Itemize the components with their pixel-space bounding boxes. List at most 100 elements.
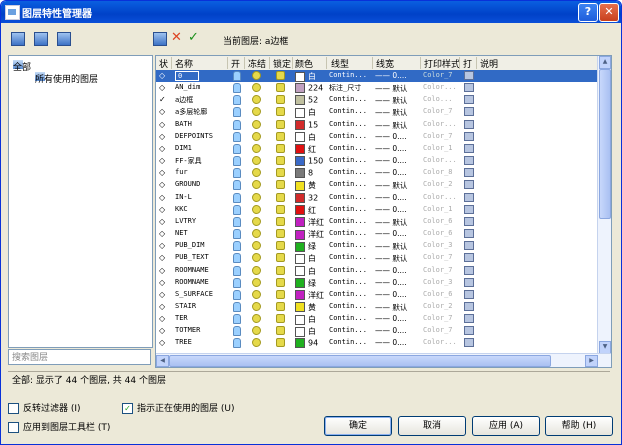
printer-icon[interactable] xyxy=(464,265,474,275)
col-on[interactable]: 开 xyxy=(231,57,240,70)
layer-linetype[interactable]: Contin... xyxy=(329,253,367,261)
delete-layer-icon[interactable]: ✕ xyxy=(171,30,182,45)
layer-linetype[interactable]: Contin... xyxy=(329,120,367,128)
layer-name[interactable]: PUB_TEXT xyxy=(175,253,209,261)
layer-row[interactable]: ◇ BATH 15 Contin... —— 默认 Color... xyxy=(156,119,597,131)
unlock-icon[interactable] xyxy=(276,289,285,299)
layer-linetype[interactable]: Contin... xyxy=(329,205,367,213)
close-button[interactable]: ✕ xyxy=(599,3,619,22)
sun-icon[interactable] xyxy=(252,326,261,336)
layer-lineweight[interactable]: —— 0.... xyxy=(375,144,407,153)
invert-filter-checkbox[interactable]: 反转过滤器 (I) xyxy=(8,401,81,414)
layer-color[interactable]: 8 xyxy=(295,168,313,179)
layer-name[interactable]: STAIR xyxy=(175,302,196,310)
unlock-icon[interactable] xyxy=(276,192,285,202)
layer-linetype[interactable]: Contin... xyxy=(329,241,367,249)
lightbulb-icon[interactable] xyxy=(233,314,241,325)
layer-row[interactable]: ◇ TREE 94 Contin... —— 0.... Color... xyxy=(156,337,597,349)
layer-color[interactable]: 洋红 xyxy=(295,217,324,228)
vertical-scrollbar[interactable]: ▲ ▼ xyxy=(597,56,611,354)
help-button[interactable]: 帮助 (H) xyxy=(545,416,613,436)
layer-lineweight[interactable]: —— 0.... xyxy=(375,290,407,299)
layer-row[interactable]: ◇ TER 白 Contin... —— 0.... Color_7 xyxy=(156,313,597,325)
layer-color[interactable]: 白 xyxy=(295,326,316,337)
sun-icon[interactable] xyxy=(252,95,261,105)
layer-linetype[interactable]: Contin... xyxy=(329,326,367,334)
layer-linetype[interactable]: Contin... xyxy=(329,290,367,298)
layer-linetype[interactable]: Contin... xyxy=(329,314,367,322)
unlock-icon[interactable] xyxy=(276,107,285,117)
layer-status-icon[interactable]: ◇ xyxy=(159,71,171,80)
layer-row[interactable]: ◇ NET 洋红 Contin... —— 0.... Color_6 xyxy=(156,228,597,240)
layer-name[interactable]: S_SURFACE xyxy=(175,290,213,298)
sun-icon[interactable] xyxy=(252,265,261,275)
unlock-icon[interactable] xyxy=(276,241,285,251)
layer-row[interactable]: ◇ LVTRY 洋红 Contin... —— 默认 Color_6 xyxy=(156,216,597,228)
layer-lineweight[interactable]: —— 默认 xyxy=(375,107,407,118)
layer-lineweight[interactable]: —— 0.... xyxy=(375,71,407,80)
layer-name[interactable]: fur xyxy=(175,168,188,176)
unlock-icon[interactable] xyxy=(276,143,285,153)
lightbulb-icon[interactable] xyxy=(233,216,241,227)
layer-name[interactable]: AN_dim xyxy=(175,83,200,91)
layer-row[interactable]: ◇ TOTMER 白 Contin... —— 0.... Color_7 xyxy=(156,325,597,337)
layer-color[interactable]: 224 xyxy=(295,83,323,94)
layer-status-icon[interactable]: ◇ xyxy=(159,83,171,92)
layer-name[interactable]: TER xyxy=(175,314,188,322)
printer-icon[interactable] xyxy=(464,289,474,299)
help-title-button[interactable]: ? xyxy=(578,3,598,22)
layer-name[interactable]: ROOMNAME xyxy=(175,278,209,286)
layer-name[interactable]: TREE xyxy=(175,338,192,346)
layer-name[interactable]: KKC xyxy=(175,205,188,213)
layer-status-icon[interactable]: ◇ xyxy=(159,241,171,250)
lightbulb-icon[interactable] xyxy=(233,301,241,312)
lightbulb-icon[interactable] xyxy=(233,83,241,94)
layer-status-icon[interactable]: ◇ xyxy=(159,278,171,287)
layer-color[interactable]: 黄 xyxy=(295,180,316,191)
layer-name[interactable]: DEFPOINTS xyxy=(175,132,213,140)
sun-icon[interactable] xyxy=(252,71,261,80)
lightbulb-icon[interactable] xyxy=(233,107,241,118)
layer-status-icon[interactable]: ◇ xyxy=(159,168,171,177)
printer-icon[interactable] xyxy=(464,338,474,348)
layer-lineweight[interactable]: —— 0.... xyxy=(375,168,407,177)
lightbulb-icon[interactable] xyxy=(233,192,241,203)
layer-linetype[interactable]: Contin... xyxy=(329,132,367,140)
printer-icon[interactable] xyxy=(464,107,474,117)
sun-icon[interactable] xyxy=(252,180,261,190)
lightbulb-icon[interactable] xyxy=(233,241,241,252)
layer-linetype[interactable]: Contin... xyxy=(329,266,367,274)
layer-linetype[interactable]: Contin... xyxy=(329,144,367,152)
lightbulb-icon[interactable] xyxy=(233,95,241,106)
layer-name[interactable]: a多层轮廓 xyxy=(175,107,207,117)
layer-row[interactable]: ◇ ROOMNAME 白 Contin... —— 0.... Color_7 xyxy=(156,265,597,277)
layer-linetype[interactable]: Contin... xyxy=(329,156,367,164)
layer-row[interactable]: ◇ DEFPOINTS 白 Contin... —— 0.... Color_7 xyxy=(156,131,597,143)
col-freeze[interactable]: 冻结 xyxy=(248,57,266,70)
layer-name[interactable]: PUB_DIM xyxy=(175,241,205,249)
new-layer-icon[interactable] xyxy=(153,32,167,46)
layer-lineweight[interactable]: —— 0.... xyxy=(375,229,407,238)
printer-icon[interactable] xyxy=(464,180,474,190)
layer-row[interactable]: ◇ FF-家具 150 Contin... —— 0.... Color... xyxy=(156,155,597,167)
printer-icon[interactable] xyxy=(464,156,474,166)
layer-lineweight[interactable]: —— 默认 xyxy=(375,241,407,252)
layer-color[interactable]: 150 xyxy=(295,156,323,167)
col-plot[interactable]: 打 xyxy=(463,57,472,70)
set-current-icon[interactable]: ✓ xyxy=(188,30,199,45)
layer-color[interactable]: 白 xyxy=(295,314,316,325)
sun-icon[interactable] xyxy=(252,192,261,202)
lightbulb-icon[interactable] xyxy=(233,131,241,142)
printer-icon[interactable] xyxy=(464,301,474,311)
sun-icon[interactable] xyxy=(252,289,261,299)
lightbulb-icon[interactable] xyxy=(233,143,241,154)
unlock-icon[interactable] xyxy=(276,204,285,214)
scroll-left-icon[interactable]: ◀ xyxy=(156,355,169,367)
layer-color[interactable]: 32 xyxy=(295,192,318,203)
layer-row[interactable]: ◇ ROOMNAME 绿 Contin... —— 0.... Color_3 xyxy=(156,277,597,289)
printer-icon[interactable] xyxy=(464,71,474,80)
layer-name[interactable]: LVTRY xyxy=(175,217,196,225)
lightbulb-icon[interactable] xyxy=(233,289,241,300)
layer-row[interactable]: ◇ PUB_DIM 绿 Contin... —— 默认 Color_3 xyxy=(156,240,597,252)
layer-status-icon[interactable]: ◇ xyxy=(159,290,171,299)
